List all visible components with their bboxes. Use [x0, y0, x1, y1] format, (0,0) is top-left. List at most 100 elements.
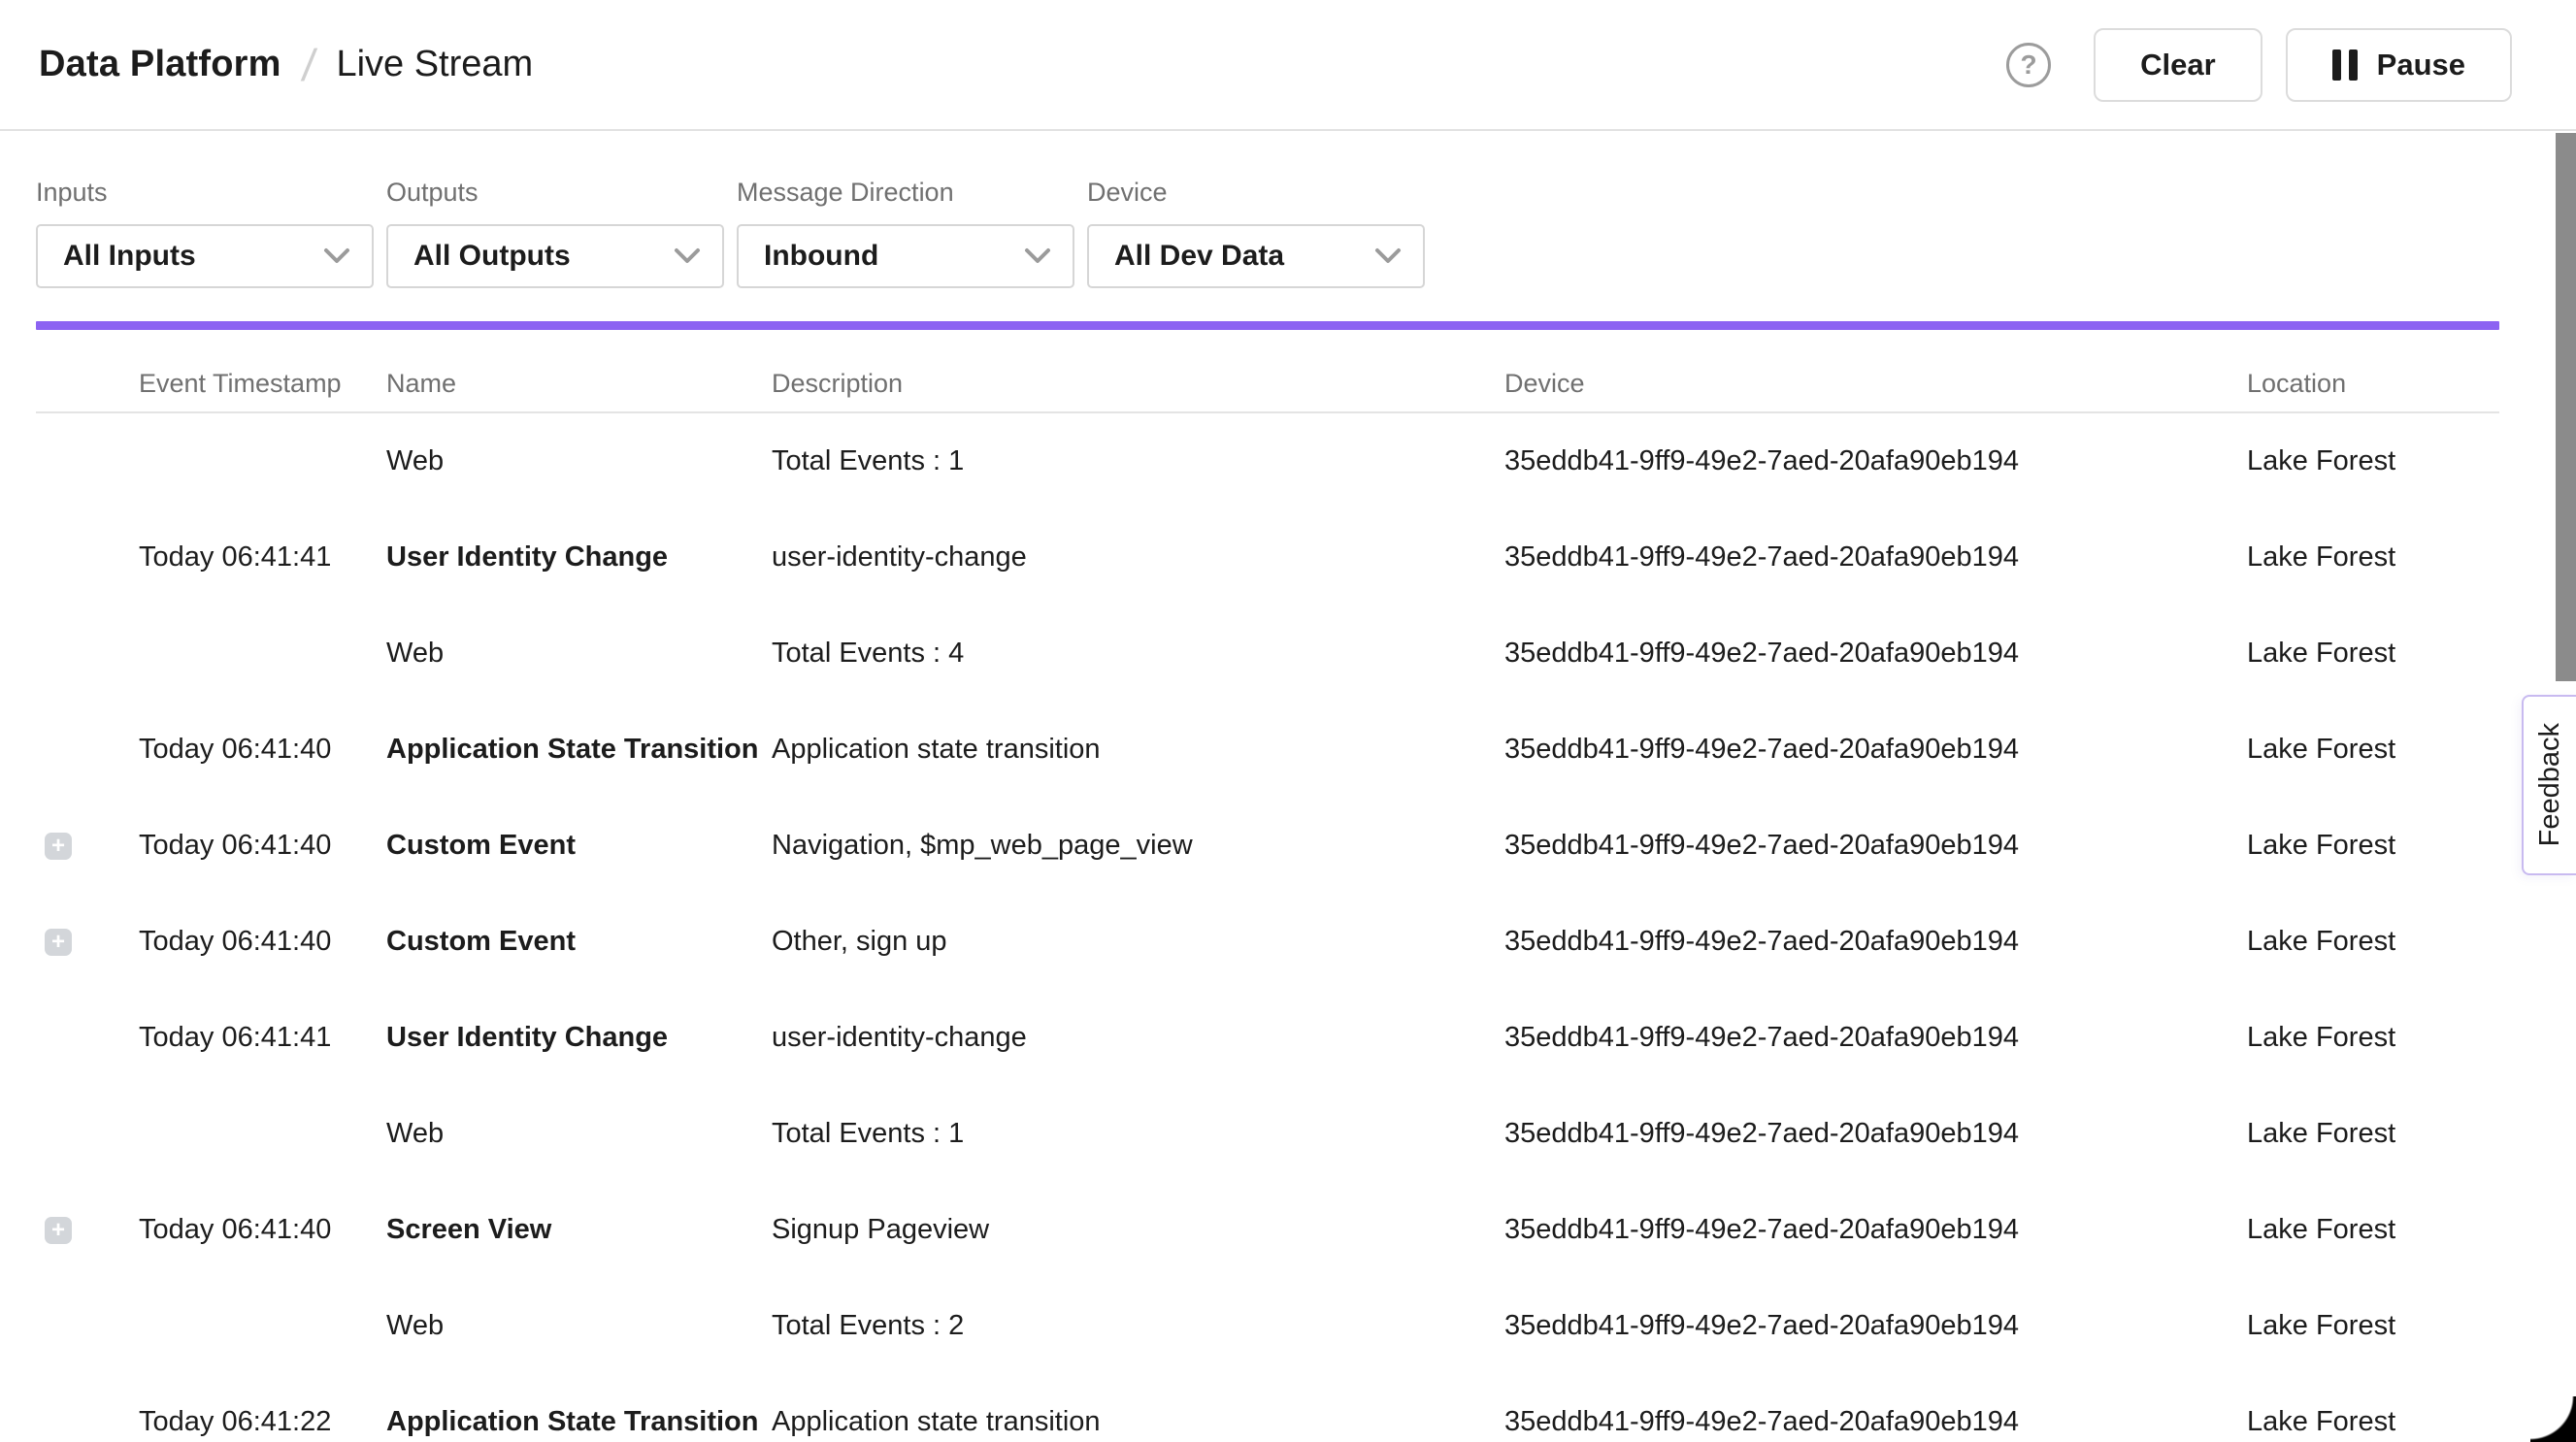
table-row[interactable]: + Today 06:41:40 Screen View Signup Page…: [36, 1182, 2499, 1278]
column-header-description: Description: [772, 369, 1504, 399]
breadcrumb-data-platform[interactable]: Data Platform: [39, 44, 281, 85]
column-header-name: Name: [386, 369, 772, 399]
event-device: 35eddb41-9ff9-49e2-7aed-20afa90eb194: [1504, 638, 2247, 670]
expand-cell: +: [36, 1025, 139, 1052]
table-row[interactable]: + Today 06:41:41 User Identity Change us…: [36, 990, 2499, 1086]
event-location: Lake Forest: [2247, 445, 2499, 477]
expand-row-button[interactable]: +: [45, 833, 72, 860]
filter-group-device: Device All Dev Data: [1087, 178, 1425, 288]
chevron-down-icon: [323, 247, 350, 265]
expand-row-button[interactable]: +: [45, 929, 72, 956]
event-table-body: + Web Total Events : 1 35eddb41-9ff9-49e…: [36, 413, 2499, 1442]
event-timestamp: Today 06:41:40: [139, 926, 386, 958]
expand-cell: +: [36, 1313, 139, 1340]
event-timestamp: Today 06:41:41: [139, 541, 386, 574]
column-header-event-timestamp: Event Timestamp: [139, 369, 386, 399]
event-timestamp: Today 06:41:40: [139, 1214, 386, 1246]
clear-button-label: Clear: [2140, 48, 2216, 82]
table-row[interactable]: + Web Total Events : 1 35eddb41-9ff9-49e…: [36, 1086, 2499, 1182]
chevron-down-icon: [1374, 247, 1402, 265]
event-timestamp: Today 06:41:41: [139, 1022, 386, 1054]
live-stream-accent-bar: [36, 321, 2499, 330]
pause-button-label: Pause: [2377, 48, 2465, 82]
table-row[interactable]: + Today 06:41:41 User Identity Change us…: [36, 509, 2499, 606]
top-actions: ? Clear Pause: [2006, 28, 2512, 102]
clear-button[interactable]: Clear: [2094, 28, 2262, 102]
event-device: 35eddb41-9ff9-49e2-7aed-20afa90eb194: [1504, 734, 2247, 766]
expand-cell: +: [36, 640, 139, 668]
event-table-header: Event Timestamp Name Description Device …: [36, 355, 2499, 413]
breadcrumb-separator: /: [299, 39, 318, 91]
expand-cell: +: [36, 448, 139, 475]
table-row[interactable]: + Web Total Events : 2 35eddb41-9ff9-49e…: [36, 1278, 2499, 1374]
event-name: Application State Transition: [386, 734, 772, 766]
event-device: 35eddb41-9ff9-49e2-7aed-20afa90eb194: [1504, 1022, 2247, 1054]
inputs-filter-value: All Inputs: [63, 240, 196, 273]
event-device: 35eddb41-9ff9-49e2-7aed-20afa90eb194: [1504, 1310, 2247, 1342]
event-description: Total Events : 1: [772, 445, 1504, 477]
event-name: Screen View: [386, 1214, 772, 1246]
outputs-filter-label: Outputs: [386, 178, 724, 208]
table-row[interactable]: + Web Total Events : 1 35eddb41-9ff9-49e…: [36, 413, 2499, 509]
outputs-filter-value: All Outputs: [413, 240, 571, 273]
filter-group-inputs: Inputs All Inputs: [36, 178, 374, 288]
message-direction-filter-select[interactable]: Inbound: [737, 224, 1074, 288]
event-name: Custom Event: [386, 926, 772, 958]
table-row[interactable]: + Today 06:41:40 Custom Event Other, sig…: [36, 894, 2499, 990]
filter-group-outputs: Outputs All Outputs: [386, 178, 724, 288]
event-location: Lake Forest: [2247, 1310, 2499, 1342]
event-name: User Identity Change: [386, 541, 772, 574]
event-name: Web: [386, 1118, 772, 1150]
outputs-filter-select[interactable]: All Outputs: [386, 224, 724, 288]
event-description: Other, sign up: [772, 926, 1504, 958]
help-icon[interactable]: ?: [2006, 43, 2051, 87]
event-device: 35eddb41-9ff9-49e2-7aed-20afa90eb194: [1504, 926, 2247, 958]
event-location: Lake Forest: [2247, 638, 2499, 670]
event-device: 35eddb41-9ff9-49e2-7aed-20afa90eb194: [1504, 541, 2247, 574]
chevron-down-icon: [1024, 247, 1051, 265]
breadcrumb: Data Platform / Live Stream: [39, 39, 533, 91]
table-row[interactable]: + Today 06:41:40 Application State Trans…: [36, 702, 2499, 798]
expand-cell: +: [36, 1217, 139, 1244]
expand-cell: +: [36, 833, 139, 860]
device-filter-label: Device: [1087, 178, 1425, 208]
event-timestamp: Today 06:41:22: [139, 1406, 386, 1438]
event-device: 35eddb41-9ff9-49e2-7aed-20afa90eb194: [1504, 830, 2247, 862]
device-filter-select[interactable]: All Dev Data: [1087, 224, 1425, 288]
filter-group-message-direction: Message Direction Inbound: [737, 178, 1074, 288]
feedback-tab[interactable]: Feedback: [2522, 695, 2576, 875]
event-name: Web: [386, 1310, 772, 1342]
breadcrumb-live-stream: Live Stream: [336, 44, 533, 85]
expand-cell: +: [36, 929, 139, 956]
event-location: Lake Forest: [2247, 541, 2499, 574]
event-timestamp: Today 06:41:40: [139, 830, 386, 862]
inputs-filter-label: Inputs: [36, 178, 374, 208]
event-location: Lake Forest: [2247, 1214, 2499, 1246]
pause-button[interactable]: Pause: [2286, 28, 2512, 102]
expand-row-button[interactable]: +: [45, 1217, 72, 1244]
expand-cell: +: [36, 737, 139, 764]
device-filter-value: All Dev Data: [1114, 240, 1284, 273]
event-name: Custom Event: [386, 830, 772, 862]
event-device: 35eddb41-9ff9-49e2-7aed-20afa90eb194: [1504, 1118, 2247, 1150]
message-direction-filter-value: Inbound: [764, 240, 878, 273]
event-description: Total Events : 2: [772, 1310, 1504, 1342]
pause-icon: [2332, 49, 2358, 81]
event-location: Lake Forest: [2247, 1022, 2499, 1054]
event-name: User Identity Change: [386, 1022, 772, 1054]
event-description: Navigation, $mp_web_page_view: [772, 830, 1504, 862]
event-device: 35eddb41-9ff9-49e2-7aed-20afa90eb194: [1504, 1214, 2247, 1246]
event-name: Application State Transition: [386, 1406, 772, 1438]
event-description: Application state transition: [772, 1406, 1504, 1438]
event-location: Lake Forest: [2247, 1118, 2499, 1150]
table-row[interactable]: + Web Total Events : 4 35eddb41-9ff9-49e…: [36, 606, 2499, 702]
vertical-scrollbar-thumb[interactable]: [2556, 133, 2576, 681]
table-row[interactable]: + Today 06:41:22 Application State Trans…: [36, 1374, 2499, 1442]
expand-cell: +: [36, 1409, 139, 1436]
chevron-down-icon: [674, 247, 701, 265]
table-row[interactable]: + Today 06:41:40 Custom Event Navigation…: [36, 798, 2499, 894]
inputs-filter-select[interactable]: All Inputs: [36, 224, 374, 288]
event-location: Lake Forest: [2247, 830, 2499, 862]
message-direction-filter-label: Message Direction: [737, 178, 1074, 208]
event-device: 35eddb41-9ff9-49e2-7aed-20afa90eb194: [1504, 1406, 2247, 1438]
